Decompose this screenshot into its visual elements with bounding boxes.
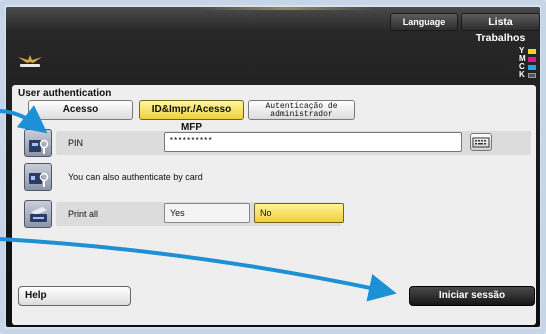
arrow-to-pin-icon [0, 105, 48, 134]
annotation-arrows [0, 105, 397, 302]
arrow-to-login-button [0, 237, 397, 302]
